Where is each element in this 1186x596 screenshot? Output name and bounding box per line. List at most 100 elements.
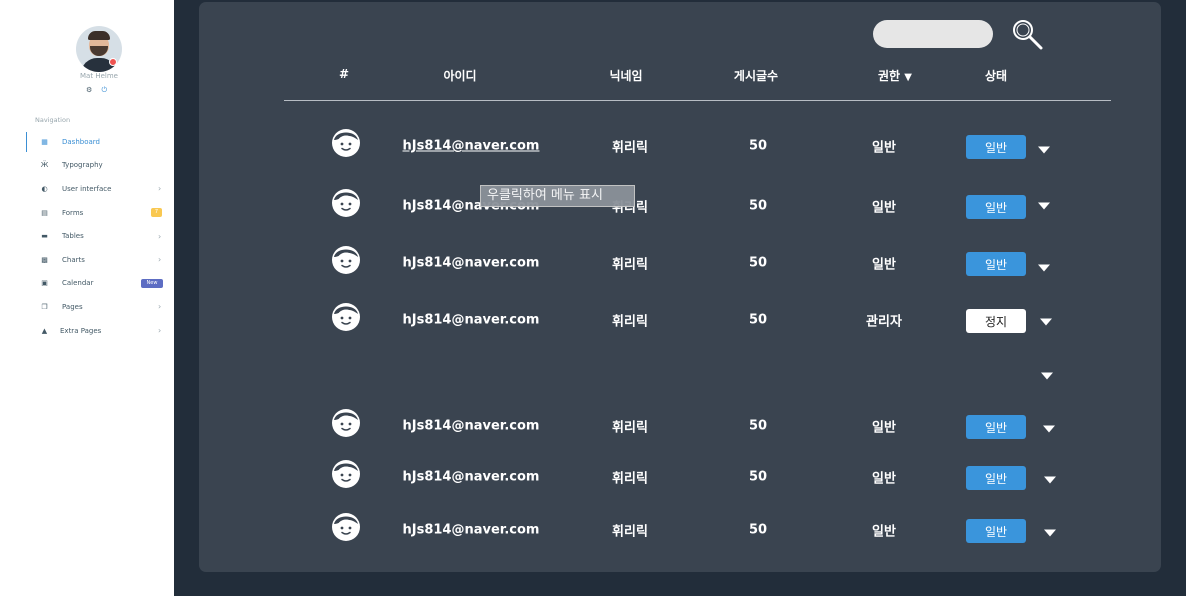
sidebar-item-user-interface[interactable]: ◐ User interface › [0, 177, 174, 201]
cell-email[interactable]: hJs814@naver.com [403, 139, 540, 154]
sidebar-item-label: Pages [62, 302, 83, 311]
cell-posts: 50 [748, 312, 768, 328]
sidebar-item-label: Dashboard [62, 137, 100, 146]
sidebar-item-label: User interface [62, 184, 112, 193]
status-button[interactable]: 정지 [966, 309, 1026, 333]
cell-nickname: 휘리릭 [612, 471, 648, 487]
cell-role: 일반 [872, 140, 896, 156]
user-face-icon [331, 188, 361, 218]
cell-role: 일반 [872, 471, 896, 487]
pages-icon: ❐ [41, 302, 48, 311]
header-id: 아이디 [443, 69, 477, 83]
cell-email: hJs814@naver.com [402, 469, 540, 485]
calendar-icon: ▣ [41, 279, 48, 288]
caret-down-icon[interactable] [1044, 476, 1056, 484]
context-tooltip: 우클릭하여 메뉴 표시 [480, 185, 635, 207]
cell-nickname: 휘리릭 [612, 140, 648, 156]
caret-down-icon[interactable] [1043, 425, 1055, 433]
status-button[interactable]: 일반 [966, 519, 1026, 543]
sidebar-item-label: Charts [62, 255, 85, 264]
sidebar-item-forms[interactable]: ▤ Forms 7 [0, 201, 174, 225]
sidebar-item-label: Typography [62, 161, 103, 170]
power-icon[interactable]: ⏻ [102, 86, 108, 94]
chevron-right-icon: › [158, 255, 162, 265]
forms-icon: ▤ [41, 208, 48, 217]
gear-icon[interactable]: ⚙ [86, 86, 92, 94]
cell-role: 일반 [872, 257, 896, 273]
forms-badge: 7 [151, 208, 162, 218]
cell-nickname: 휘리릭 [612, 314, 648, 330]
sidebar-item-calendar[interactable]: ▣ Calendar New [0, 272, 174, 296]
cell-email: hJs814@naver.com [402, 418, 540, 434]
chevron-right-icon: › [158, 326, 162, 336]
header-divider [284, 100, 1111, 101]
tables-icon: ▬ [41, 232, 48, 241]
status-button[interactable]: 일반 [966, 195, 1026, 219]
status-dot [109, 58, 117, 66]
caret-down-icon[interactable] [1038, 146, 1050, 154]
typography-icon: Ӝ [40, 161, 49, 170]
header-posts: 게시글수 [733, 69, 779, 83]
caret-down-icon[interactable] [1041, 372, 1053, 380]
ui-icon: ◐ [41, 184, 48, 193]
sidebar-item-typography[interactable]: Ӝ Typography [0, 154, 174, 178]
cell-role: 일반 [872, 200, 896, 216]
dashboard-icon: ▦ [41, 137, 48, 146]
status-button[interactable]: 일반 [966, 415, 1026, 439]
sidebar-item-label: Calendar [62, 279, 94, 288]
user-face-icon [331, 302, 361, 332]
cell-role: 일반 [872, 420, 896, 436]
status-button[interactable]: 일반 [966, 466, 1026, 490]
chevron-right-icon: › [158, 184, 162, 194]
sidebar-item-extra-pages[interactable]: ▲ Extra Pages › [0, 319, 174, 343]
sidebar-item-dashboard[interactable]: ▦ Dashboard [0, 130, 174, 154]
sidebar-nav: ▦ Dashboard Ӝ Typography ◐ User interfac… [0, 130, 174, 342]
sidebar-item-label: Extra Pages [60, 326, 102, 335]
search-input[interactable] [873, 20, 993, 48]
cell-posts: 50 [748, 255, 768, 271]
cell-nickname: 휘리릭 [612, 524, 648, 540]
cell-email: hJs814@naver.com [402, 312, 540, 328]
user-face-icon [331, 512, 361, 542]
chevron-right-icon: › [158, 302, 162, 312]
caret-down-icon[interactable] [1044, 529, 1056, 537]
nav-title: Navigation [35, 116, 71, 124]
sidebar-item-label: Forms [62, 208, 84, 217]
sidebar: Mat Helme ⚙ ⏻ Navigation ▦ Dashboard Ӝ T… [0, 0, 174, 596]
sidebar-item-label: Tables [62, 232, 84, 241]
cell-posts: 50 [748, 198, 768, 214]
status-button[interactable]: 일반 [966, 252, 1026, 276]
header-nickname: 닉네임 [609, 69, 643, 83]
user-face-icon [331, 459, 361, 489]
sidebar-item-charts[interactable]: ▩ Charts › [0, 248, 174, 272]
chevron-right-icon: › [158, 231, 162, 241]
cell-role: 일반 [872, 524, 896, 540]
caret-down-icon: ▼ [904, 72, 912, 83]
calendar-badge: New [141, 278, 163, 288]
cell-posts: 50 [748, 522, 768, 538]
status-button[interactable]: 일반 [966, 135, 1026, 159]
cell-nickname: 휘리릭 [612, 420, 648, 436]
user-face-icon [331, 245, 361, 275]
caret-down-icon[interactable] [1038, 264, 1050, 272]
caret-down-icon[interactable] [1038, 202, 1050, 210]
sidebar-item-tables[interactable]: ▬ Tables › [0, 224, 174, 248]
extra-pages-icon: ▲ [41, 326, 48, 335]
sidebar-item-pages[interactable]: ❐ Pages › [0, 295, 174, 319]
cell-posts: 50 [748, 469, 768, 485]
charts-icon: ▩ [41, 255, 48, 264]
cell-role: 관리자 [866, 314, 902, 330]
cell-posts: 50 [748, 138, 768, 154]
user-name: Mat Helme [80, 72, 118, 80]
header-num: # [338, 67, 350, 81]
cell-posts: 50 [748, 418, 768, 434]
header-status: 상태 [984, 69, 1008, 83]
search-icon[interactable] [1010, 17, 1044, 51]
user-actions: ⚙ ⏻ [86, 86, 114, 95]
cell-nickname: 휘리릭 [612, 257, 648, 273]
cell-email: hJs814@naver.com [402, 255, 540, 271]
header-role[interactable]: 권한 ▼ [878, 67, 912, 84]
user-face-icon [331, 408, 361, 438]
caret-down-icon[interactable] [1040, 318, 1052, 326]
cell-email: hJs814@naver.com [402, 522, 540, 538]
